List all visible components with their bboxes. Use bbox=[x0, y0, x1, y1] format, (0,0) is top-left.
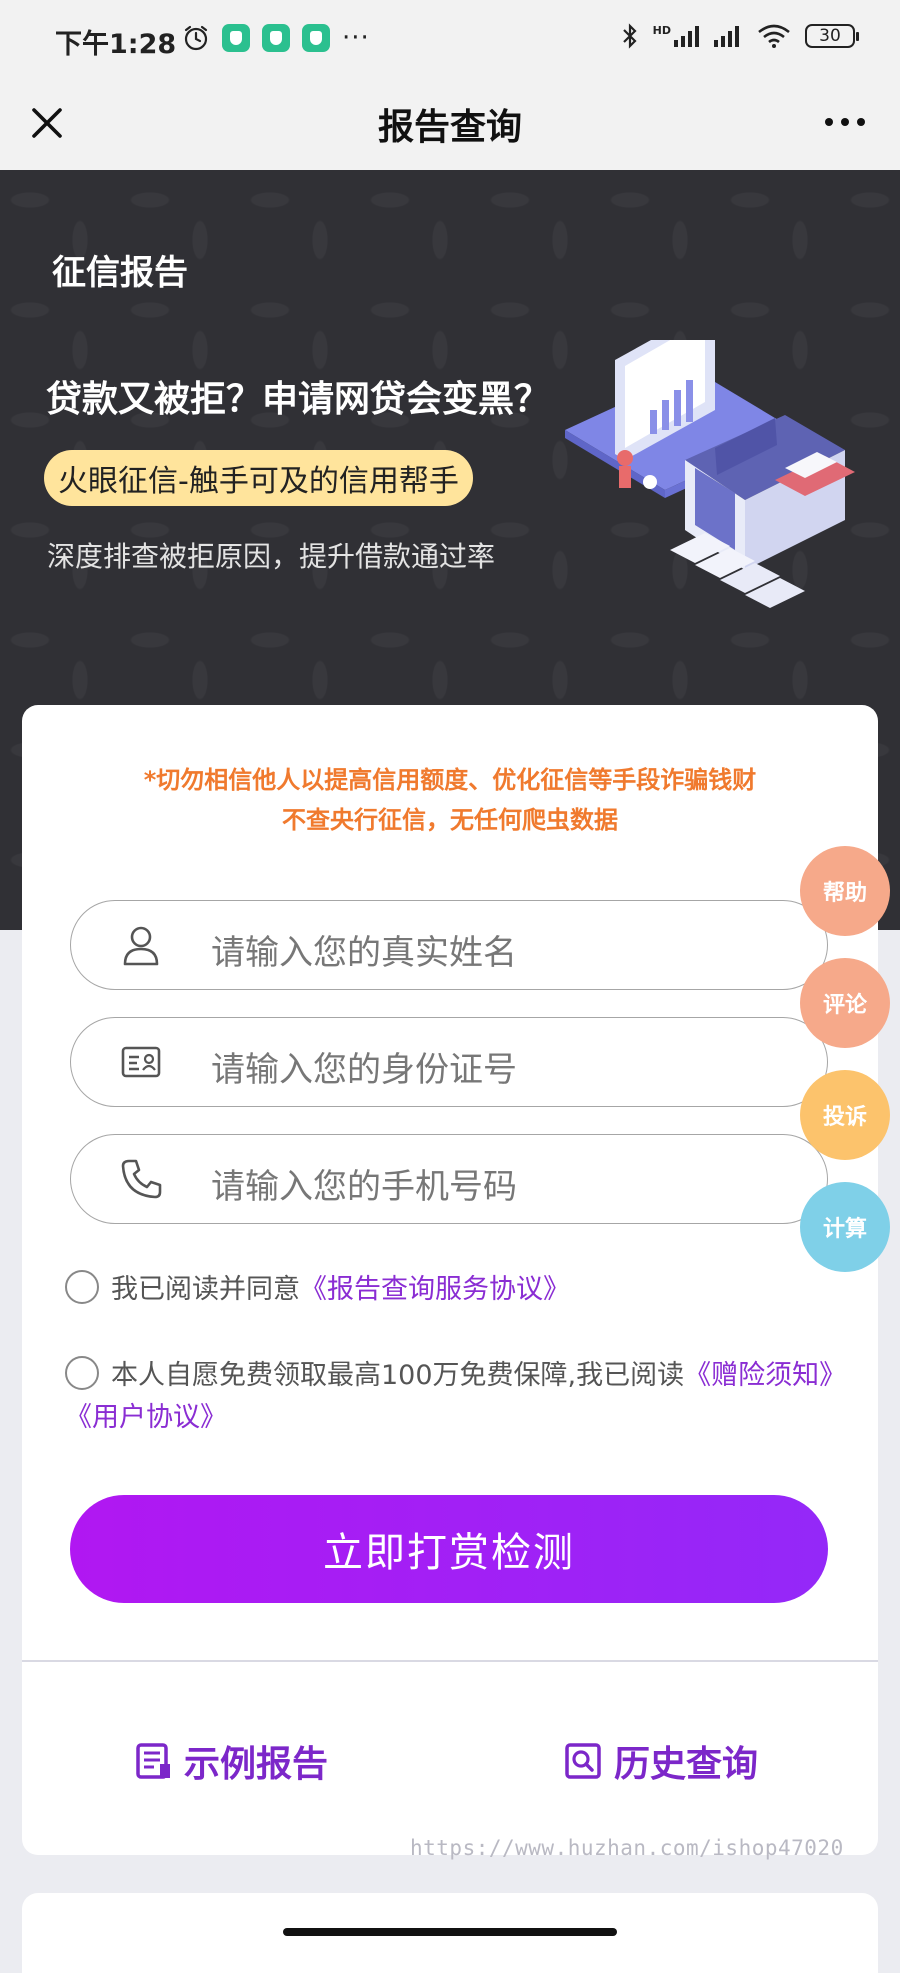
history-query-link[interactable]: 历史查询 bbox=[564, 1735, 758, 1787]
warning-line-1: *切勿相信他人以提高信用额度、优化征信等手段诈骗钱财 bbox=[143, 766, 757, 794]
name-input[interactable]: 请输入您的真实姓名 bbox=[70, 900, 828, 990]
submit-button[interactable]: 立即打赏检测 bbox=[70, 1495, 828, 1603]
help-button[interactable]: 帮助 bbox=[800, 846, 890, 936]
hero-label: 征信报告 bbox=[52, 253, 188, 293]
user-icon bbox=[123, 926, 159, 966]
app-notification-icon bbox=[302, 24, 330, 52]
calculator-label: 计算 bbox=[822, 1217, 867, 1242]
status-bar: 下午1:28 ··· HD 30 bbox=[0, 0, 900, 80]
name-placeholder: 请输入您的真实姓名 bbox=[211, 933, 517, 973]
battery-icon: 30 bbox=[805, 24, 859, 48]
query-form-card: *切勿相信他人以提高信用额度、优化征信等手段诈骗钱财 不查央行征信，无任何爬虫数… bbox=[22, 705, 878, 1855]
app-notification-icon bbox=[222, 24, 250, 52]
watermark: https://www.huzhan.com/ishop47020 bbox=[410, 1836, 844, 1860]
agreement-row-1: 我已阅读并同意《报告查询服务协议》 bbox=[65, 1269, 855, 1311]
agree-radio-1[interactable] bbox=[65, 1270, 99, 1304]
insurance-notice-link[interactable]: 《赠险须知》 bbox=[684, 1360, 846, 1391]
bluetooth-icon bbox=[622, 23, 637, 49]
status-left-icons: ··· bbox=[182, 24, 370, 52]
user-agreement-link[interactable]: 《用户协议》 bbox=[65, 1402, 227, 1433]
wifi-icon bbox=[758, 24, 790, 48]
credit-report-illustration-icon bbox=[565, 340, 855, 608]
hero-subtitle: 深度排查被拒原因，提升借款通过率 bbox=[47, 540, 496, 573]
more-notifications-icon: ··· bbox=[342, 23, 370, 53]
agree1-text: 我已阅读并同意 bbox=[111, 1274, 300, 1305]
fraud-warning: *切勿相信他人以提高信用额度、优化征信等手段诈骗钱财 不查央行征信，无任何爬虫数… bbox=[22, 760, 878, 840]
complaint-button[interactable]: 投诉 bbox=[800, 1070, 890, 1160]
status-time: 下午1:28 bbox=[55, 29, 177, 60]
divider bbox=[22, 1660, 878, 1662]
sample-report-link[interactable]: 示例报告 bbox=[134, 1735, 328, 1787]
hero-headline: 贷款又被拒？申请网贷会变黑？ bbox=[46, 379, 551, 420]
page-title: 报告查询 bbox=[377, 107, 522, 148]
calculator-button[interactable]: 计算 bbox=[800, 1182, 890, 1272]
phone-input[interactable]: 请输入您的手机号码 bbox=[70, 1134, 828, 1224]
help-label: 帮助 bbox=[822, 881, 867, 906]
agreement-row-2: 本人自愿免费领取最高100万免费保障,我已阅读《赠险须知》《用户协议》 bbox=[65, 1355, 855, 1439]
agree-radio-2[interactable] bbox=[65, 1356, 99, 1390]
more-dots-icon[interactable] bbox=[820, 102, 870, 142]
app-notification-icon bbox=[262, 24, 290, 52]
hd-label: HD bbox=[652, 24, 671, 37]
comment-label: 评论 bbox=[822, 993, 867, 1018]
complaint-label: 投诉 bbox=[822, 1105, 867, 1130]
status-right-icons: HD 30 bbox=[621, 22, 859, 50]
battery-level: 30 bbox=[819, 26, 841, 46]
home-indicator[interactable] bbox=[283, 1928, 617, 1936]
id-card-icon bbox=[121, 1046, 161, 1078]
agree2-text: 本人自愿免费领取最高100万免费保障,我已阅读 bbox=[111, 1360, 685, 1391]
comment-button[interactable]: 评论 bbox=[800, 958, 890, 1048]
signal-icon bbox=[714, 26, 739, 47]
search-document-icon bbox=[565, 1743, 601, 1779]
nav-bar: 报告查询 bbox=[0, 80, 900, 170]
id-number-input[interactable]: 请输入您的身份证号 bbox=[70, 1017, 828, 1107]
hero-pill: 火眼征信-触手可及的信用帮手 bbox=[44, 450, 473, 506]
warning-line-2: 不查央行征信，无任何爬虫数据 bbox=[282, 806, 618, 834]
sample-report-label: 示例报告 bbox=[184, 1744, 329, 1785]
report-icon bbox=[136, 1743, 170, 1779]
phone-icon bbox=[121, 1159, 162, 1199]
service-agreement-link[interactable]: 《报告查询服务协议》 bbox=[300, 1274, 570, 1305]
phone-placeholder: 请输入您的手机号码 bbox=[211, 1167, 517, 1207]
signal-icon bbox=[674, 26, 699, 47]
history-query-label: 历史查询 bbox=[614, 1744, 759, 1785]
id-placeholder: 请输入您的身份证号 bbox=[211, 1050, 517, 1090]
alarm-icon bbox=[184, 25, 208, 51]
